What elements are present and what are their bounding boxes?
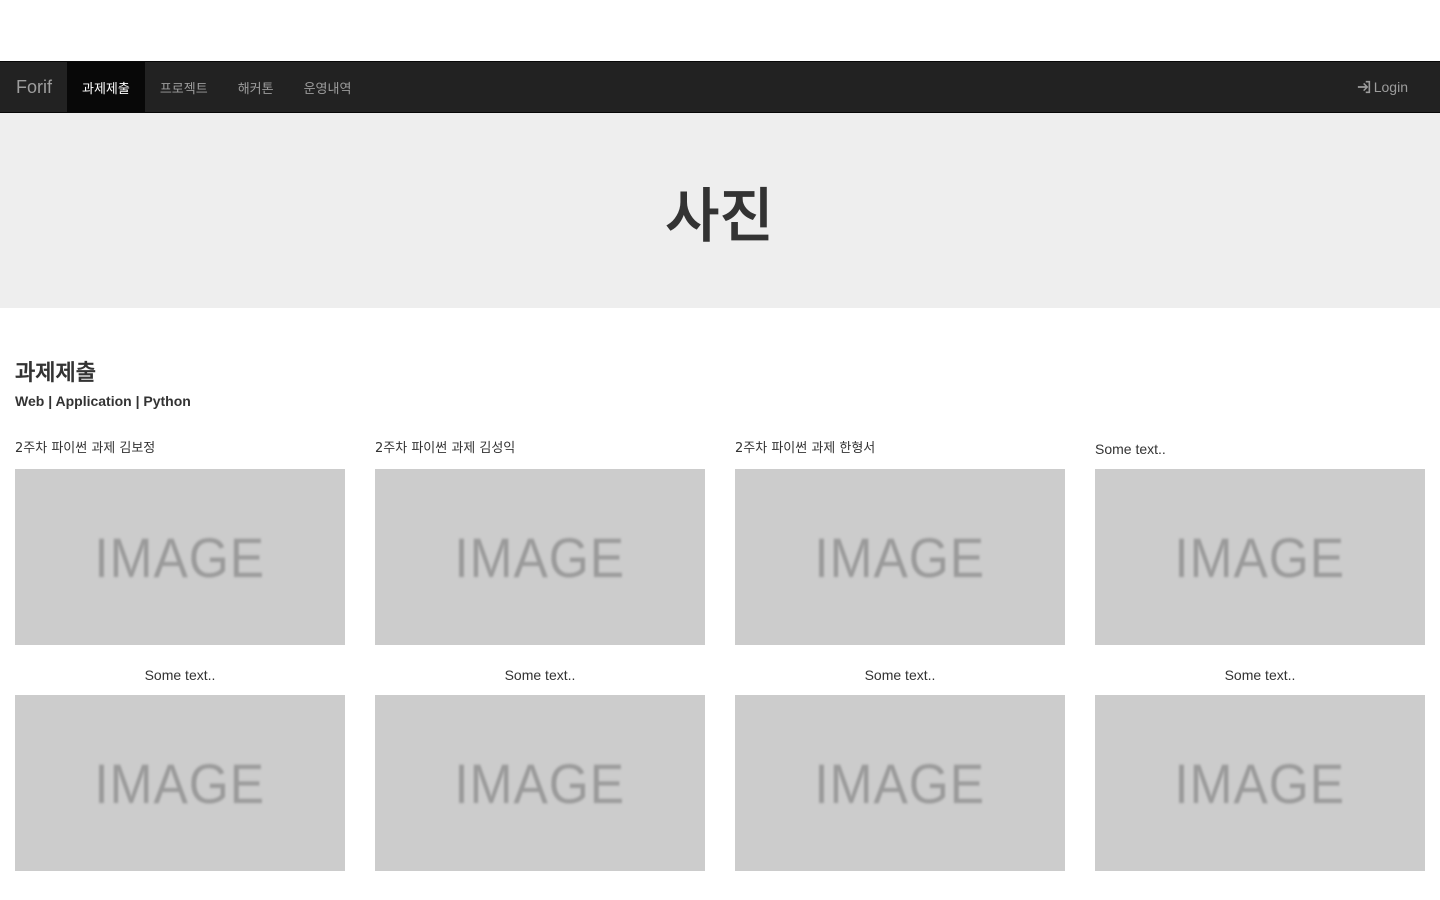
gallery-caption: Some text.. — [1224, 667, 1296, 683]
top-navbar: Forif 과제제출 프로젝트 해커톤 운영내역 Login — [0, 61, 1440, 113]
nav-right: Login — [1357, 62, 1440, 112]
gallery-item: 2주차 파이썬 과제 한형서 IMAGE — [735, 439, 1065, 645]
image-placeholder-text: IMAGE — [94, 751, 266, 815]
gallery-caption: 2주차 파이썬 과제 한형서 — [735, 441, 876, 456]
gallery-caption: Some text.. — [864, 667, 936, 683]
image-placeholder[interactable]: IMAGE — [15, 695, 345, 871]
gallery-item: Some text.. IMAGE — [15, 665, 345, 871]
login-label: Login — [1373, 79, 1408, 95]
image-placeholder[interactable]: IMAGE — [735, 695, 1065, 871]
gallery-item: Some text.. IMAGE — [375, 665, 705, 871]
image-placeholder-text: IMAGE — [1174, 525, 1346, 589]
gallery-item: 2주차 파이썬 과제 김성익 IMAGE — [375, 439, 705, 645]
image-placeholder-text: IMAGE — [454, 751, 626, 815]
login-button[interactable]: Login — [1357, 79, 1408, 95]
image-placeholder-text: IMAGE — [814, 751, 986, 815]
nav-item-assignments[interactable]: 과제제출 — [67, 62, 145, 112]
image-placeholder[interactable]: IMAGE — [375, 469, 705, 645]
gallery-item: 2주차 파이썬 과제 김보정 IMAGE — [15, 439, 345, 645]
gallery-caption: 2주차 파이썬 과제 김성익 — [375, 441, 516, 456]
brand-link[interactable]: Forif — [0, 62, 67, 112]
gallery-item: Some text.. IMAGE — [1095, 439, 1425, 645]
image-placeholder-text: IMAGE — [454, 525, 626, 589]
nav-menu: 과제제출 프로젝트 해커톤 운영내역 — [67, 62, 366, 112]
image-placeholder-text: IMAGE — [1174, 751, 1346, 815]
gallery-caption: Some text.. — [1095, 441, 1166, 457]
image-placeholder[interactable]: IMAGE — [735, 469, 1065, 645]
section-tags: Web | Application | Python — [15, 393, 191, 409]
log-in-icon — [1357, 80, 1370, 94]
nav-item-projects[interactable]: 프로젝트 — [145, 62, 223, 112]
gallery-caption: Some text.. — [144, 667, 216, 683]
gallery-caption: 2주차 파이썬 과제 김보정 — [15, 441, 156, 456]
image-placeholder-text: IMAGE — [94, 525, 266, 589]
section-title: 과제제출 — [15, 361, 96, 386]
page-title: 사진 — [665, 181, 775, 250]
nav-item-hackathon[interactable]: 해커톤 — [223, 62, 289, 112]
image-placeholder[interactable]: IMAGE — [375, 695, 705, 871]
gallery-item: Some text.. IMAGE — [1095, 665, 1425, 871]
nav-item-operations[interactable]: 운영내역 — [289, 62, 367, 112]
gallery-item: Some text.. IMAGE — [735, 665, 1065, 871]
image-placeholder-text: IMAGE — [814, 525, 986, 589]
page-header: 사진 — [0, 113, 1440, 308]
image-placeholder[interactable]: IMAGE — [1095, 695, 1425, 871]
image-placeholder[interactable]: IMAGE — [1095, 469, 1425, 645]
image-placeholder[interactable]: IMAGE — [15, 469, 345, 645]
gallery-caption: Some text.. — [504, 667, 576, 683]
